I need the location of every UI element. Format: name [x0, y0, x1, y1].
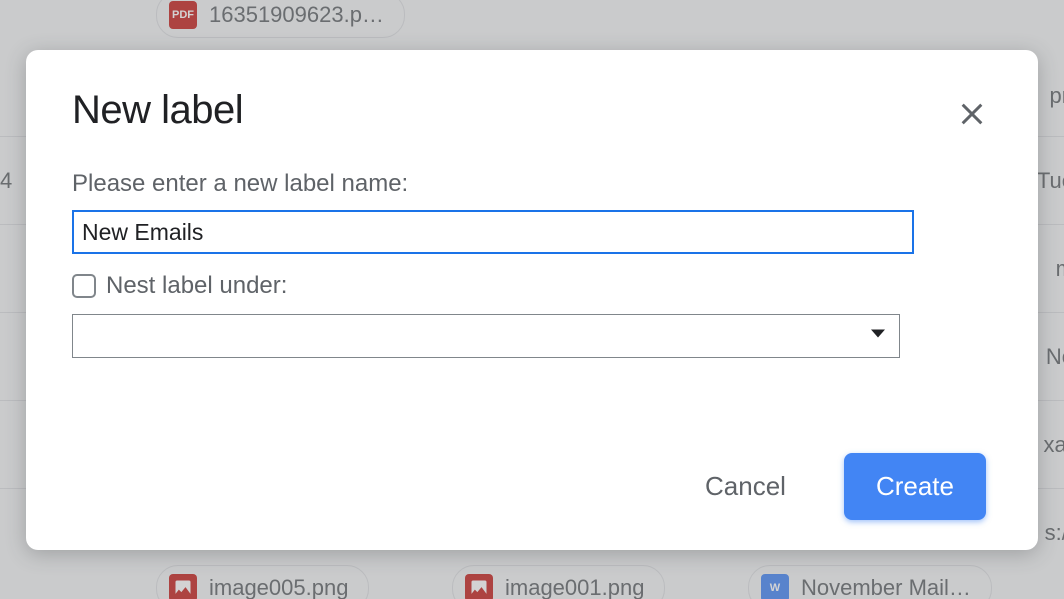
close-icon: [956, 98, 988, 130]
label-name-prompt: Please enter a new label name:: [72, 170, 992, 198]
close-button[interactable]: [952, 94, 992, 134]
create-button[interactable]: Create: [844, 453, 986, 520]
cancel-button[interactable]: Cancel: [699, 461, 792, 512]
nest-label-text: Nest label under:: [106, 272, 287, 300]
dialog-title: New label: [72, 88, 243, 133]
nest-label-checkbox[interactable]: [72, 274, 96, 298]
parent-label-select[interactable]: [72, 314, 900, 358]
label-name-input[interactable]: [72, 210, 914, 254]
new-label-dialog: New label Please enter a new label name:…: [26, 50, 1038, 550]
